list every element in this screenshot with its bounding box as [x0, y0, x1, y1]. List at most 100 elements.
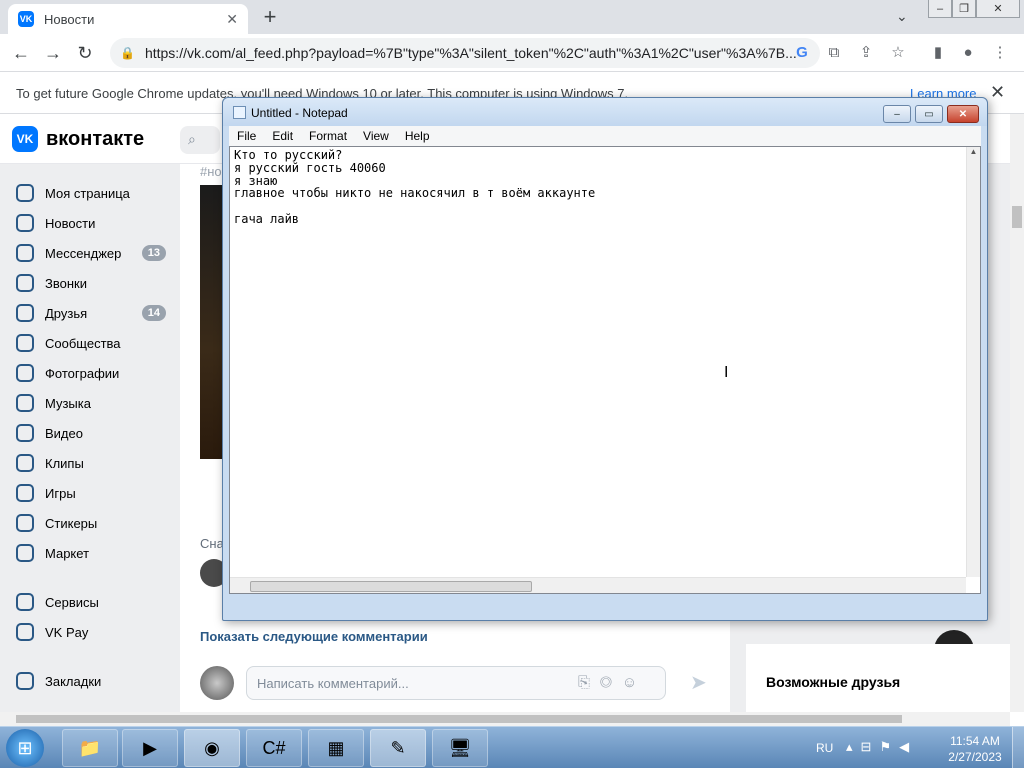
sidebar-item-communities[interactable]: Сообщества	[16, 329, 176, 357]
address-bar[interactable]: 🔒 https://vk.com/al_feed.php?payload=%7B…	[110, 38, 820, 68]
menu-edit[interactable]: Edit	[264, 126, 301, 146]
menu-kebab-icon[interactable]: ⋮	[990, 43, 1010, 63]
scrollbar-thumb[interactable]	[1012, 206, 1022, 228]
sidebar-item-market[interactable]: Маркет	[16, 539, 176, 567]
possible-friends-title[interactable]: Возможные друзья	[766, 674, 900, 690]
sidebar-item-label: Моя страница	[45, 185, 130, 201]
my-avatar[interactable]	[200, 666, 234, 700]
chrome-taskbar-icon[interactable]: ◉	[184, 729, 240, 767]
share-icon[interactable]: ⇪	[856, 43, 876, 63]
remote-desktop-taskbar-icon[interactable]: 🖥	[432, 729, 488, 767]
sidebar-item-clips[interactable]: Клипы	[16, 449, 176, 477]
sidebar-item-label: Клипы	[45, 455, 84, 471]
action-center-flag-icon[interactable]: ⚑	[879, 739, 899, 754]
google-lens-icon[interactable]: G	[792, 43, 812, 63]
sidebar-item-label: Друзья	[45, 305, 88, 321]
notepad-close-button[interactable]: ✕	[947, 105, 979, 123]
sidebar-item-music[interactable]: Музыка	[16, 389, 176, 417]
menu-format[interactable]: Format	[301, 126, 355, 146]
market-icon	[16, 544, 34, 562]
sidebar-item-my-page[interactable]: Моя страница	[16, 179, 176, 207]
notepad-text-area[interactable]: Кто то русский? я русский гость 40060 я …	[229, 146, 981, 594]
menu-help[interactable]: Help	[397, 126, 438, 146]
window-restore-button[interactable]: ❐	[952, 0, 976, 18]
sidebar-item-vkpay[interactable]: VK Pay	[16, 618, 176, 646]
post-snippet: Сна	[200, 536, 224, 551]
bookmark-star-icon[interactable]: ☆	[888, 43, 908, 63]
forward-arrow-icon[interactable]: →	[42, 42, 64, 64]
scrollbar-thumb[interactable]	[250, 581, 532, 592]
notepad-minimize-button[interactable]: –	[883, 105, 911, 123]
windows-taskbar: ⊞ 📁 ▶ ◉ C# ▦ ✎ 🖥 RU ▴⊟⚑◀ 11:54 AM 2/27/2…	[0, 726, 1024, 769]
show-desktop-button[interactable]	[1012, 727, 1024, 769]
media-player-taskbar-icon[interactable]: ▶	[122, 729, 178, 767]
translate-icon[interactable]: ⧉	[824, 43, 844, 63]
notepad-maximize-button[interactable]: ▭	[915, 105, 943, 123]
sidebar-item-news[interactable]: Новости	[16, 209, 176, 237]
paperclip-icon[interactable]: ⎘	[578, 674, 600, 691]
menu-view[interactable]: View	[355, 126, 397, 146]
menu-file[interactable]: File	[229, 126, 264, 146]
comment-attach-icons: ⎘◎☺	[578, 674, 647, 691]
sidebar-item-bookmarks[interactable]: Закладки	[16, 667, 176, 695]
notepad-taskbar-icon[interactable]: ✎	[370, 729, 426, 767]
side-panel-icon[interactable]: ▮	[928, 43, 948, 63]
profile-avatar-icon[interactable]: ●	[958, 43, 978, 63]
volume-icon[interactable]: ◀	[899, 739, 917, 754]
lock-icon[interactable]: 🔒	[120, 46, 135, 60]
back-arrow-icon[interactable]: ←	[10, 42, 32, 64]
browser-toolbar: ← → ↻ 🔒 https://vk.com/al_feed.php?paylo…	[0, 34, 1024, 72]
page-horizontal-scrollbar[interactable]	[0, 712, 1010, 726]
window-close-button[interactable]: ✕	[976, 0, 1020, 18]
camera-icon[interactable]: ◎	[600, 674, 622, 691]
notepad-horizontal-scrollbar[interactable]	[230, 577, 966, 593]
show-more-comments-link[interactable]: Показать следующие комментарии	[200, 629, 428, 644]
notepad-window: Untitled - Notepad – ▭ ✕ File Edit Forma…	[222, 97, 988, 621]
sidebar-item-photos[interactable]: Фотографии	[16, 359, 176, 387]
sidebar-item-stickers[interactable]: Стикеры	[16, 509, 176, 537]
sidebar-item-label: Видео	[45, 425, 83, 441]
sidebar-item-label: Маркет	[45, 545, 90, 561]
new-tab-button[interactable]: +	[258, 6, 282, 30]
scrollbar-thumb[interactable]	[16, 715, 902, 723]
vk-logo[interactable]: VK вконтакте	[12, 126, 144, 152]
window-minimize-button[interactable]: –	[928, 0, 952, 18]
sidebar-item-messenger[interactable]: Мессенджер 13	[16, 239, 176, 267]
send-arrow-icon[interactable]: ➤	[690, 670, 707, 695]
sidebar-item-video[interactable]: Видео	[16, 419, 176, 447]
browser-tab-news[interactable]: VK Новости ✕	[8, 4, 248, 34]
taskbar-clock[interactable]: 11:54 AM 2/27/2023	[944, 733, 1006, 765]
stickers-icon	[16, 514, 34, 532]
sidebar-item-label: VK Pay	[45, 624, 89, 640]
tab-search-chevron-icon[interactable]: ⌄	[896, 8, 908, 25]
start-button-icon[interactable]: ⊞	[6, 729, 44, 767]
network-icon[interactable]: ⊟	[861, 739, 880, 754]
emoji-icon[interactable]: ☺	[622, 674, 647, 691]
notepad-vertical-scrollbar[interactable]: ▲	[966, 147, 980, 577]
notepad-titlebar[interactable]: Untitled - Notepad – ▭ ✕	[223, 98, 987, 126]
show-hidden-icons-chevron-icon[interactable]: ▴	[846, 739, 861, 754]
csharp-taskbar-icon[interactable]: C#	[246, 729, 302, 767]
tab-title: Новости	[44, 11, 95, 27]
post-hashtag[interactable]: #но	[200, 164, 222, 179]
page-vertical-scrollbar[interactable]	[1010, 114, 1024, 712]
sidebar-item-services[interactable]: Сервисы	[16, 588, 176, 616]
tab-close-icon[interactable]: ✕	[226, 11, 238, 28]
sidebar-item-friends[interactable]: Друзья 14	[16, 299, 176, 327]
sidebar-item-games[interactable]: Игры	[16, 479, 176, 507]
clock-time: 11:54 AM	[950, 734, 1000, 748]
browser-tab-strip: VK Новости ✕ + ⌄ – ❐ ✕	[0, 0, 1024, 34]
sidebar-item-calls[interactable]: Звонки	[16, 269, 176, 297]
notepad-title: Untitled - Notepad	[251, 106, 348, 120]
clips-icon	[16, 454, 34, 472]
sidebar-item-label: Стикеры	[45, 515, 98, 531]
vk-search-icon[interactable]: ⌕	[180, 126, 220, 154]
messenger-icon	[16, 244, 34, 262]
explorer-taskbar-icon[interactable]: 📁	[62, 729, 118, 767]
reload-icon[interactable]: ↻	[74, 42, 96, 64]
language-indicator[interactable]: RU	[816, 741, 833, 755]
infobar-close-icon[interactable]: ✕	[990, 82, 1005, 103]
control-panel-taskbar-icon[interactable]: ▦	[308, 729, 364, 767]
music-icon	[16, 394, 34, 412]
notepad-app-icon[interactable]	[233, 106, 246, 119]
